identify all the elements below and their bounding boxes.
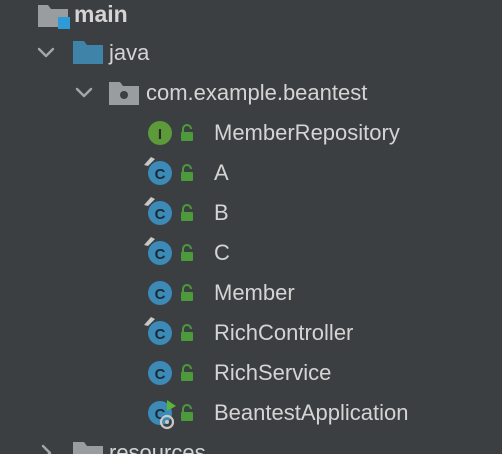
project-tree: main java com.example.beantest I MemberR…: [0, 0, 502, 454]
tag-mark-icon: [144, 317, 155, 326]
public-lock-icon: [181, 204, 193, 221]
tree-label-package: com.example.beantest: [146, 80, 368, 105]
tree-label-main: main: [74, 1, 128, 27]
tree-label-class: A: [214, 160, 229, 185]
tree-row-main[interactable]: main: [0, 0, 502, 33]
tree-row-package[interactable]: com.example.beantest: [0, 73, 502, 113]
tree-label-class: C: [214, 240, 230, 265]
tree-row-class[interactable]: C BeantestApplication: [0, 393, 502, 433]
chevron-down-icon[interactable]: [34, 41, 58, 65]
tree-row-class[interactable]: C A: [0, 153, 502, 193]
tree-label-class: Member: [214, 280, 295, 305]
package-folder-icon: [109, 82, 139, 105]
interface-icon: I: [147, 120, 173, 146]
public-lock-icon: [181, 364, 193, 381]
chevron-right-icon[interactable]: [34, 441, 58, 454]
svg-text:C: C: [155, 166, 166, 183]
public-lock-icon: [181, 404, 193, 421]
tree-label-class: MemberRepository: [214, 120, 400, 145]
tree-row-class[interactable]: C Member: [0, 273, 502, 313]
source-root-folder-icon: [38, 5, 70, 29]
svg-text:C: C: [155, 366, 166, 383]
spring-boot-class-icon: C: [147, 400, 176, 430]
tree-label-class: BeantestApplication: [214, 400, 409, 425]
tree-row-class[interactable]: C B: [0, 193, 502, 233]
tree-label-class: B: [214, 200, 229, 225]
public-lock-icon: [181, 284, 193, 301]
public-lock-icon: [181, 164, 193, 181]
tag-mark-icon: [144, 197, 155, 206]
tree-label-java: java: [109, 40, 150, 65]
svg-text:C: C: [155, 286, 166, 303]
resources-folder-icon: [73, 442, 103, 454]
public-lock-icon: [181, 124, 193, 141]
svg-text:I: I: [158, 126, 162, 143]
class-icon: C: [147, 360, 173, 386]
tree-row-class[interactable]: I MemberRepository: [0, 113, 502, 153]
public-lock-icon: [181, 244, 193, 261]
tree-row-class[interactable]: C RichController: [0, 313, 502, 353]
tag-mark-icon: [144, 237, 155, 246]
tree-label-resources: resources: [109, 440, 206, 454]
svg-text:C: C: [155, 206, 166, 223]
tree-row-class[interactable]: C RichService: [0, 353, 502, 393]
svg-text:C: C: [155, 326, 166, 343]
tree-label-class: RichService: [214, 360, 332, 385]
class-icon: C: [147, 280, 173, 306]
tag-mark-icon: [144, 157, 155, 166]
java-source-folder-icon: [73, 41, 103, 64]
chevron-down-icon[interactable]: [72, 81, 96, 105]
tree-row-java[interactable]: java: [0, 33, 502, 73]
public-lock-icon: [181, 324, 193, 341]
tree-label-class: RichController: [214, 320, 354, 345]
svg-text:C: C: [155, 246, 166, 263]
tree-row-resources[interactable]: resources: [0, 433, 502, 454]
tree-row-class[interactable]: C C: [0, 233, 502, 273]
